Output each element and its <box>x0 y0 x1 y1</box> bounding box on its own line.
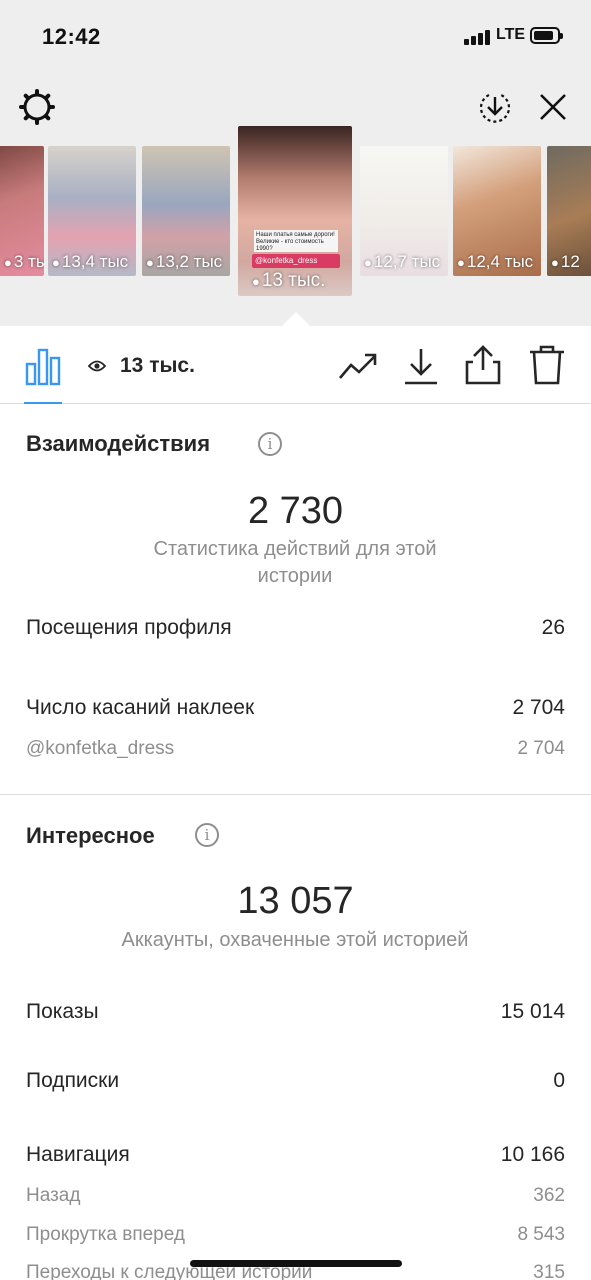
discovery-caption: Аккаунты, охваченные этой историей <box>121 929 469 951</box>
impressions-value: 15 014 <box>500 1000 565 1023</box>
network-label: LTE <box>496 26 526 43</box>
story-thumbnail[interactable]: ● 12,7 тыс <box>360 146 448 276</box>
back-label: Назад <box>26 1185 81 1206</box>
home-indicator[interactable] <box>190 1260 402 1267</box>
signal-icon <box>464 29 492 45</box>
story-views: 12,7 тыс <box>373 252 441 271</box>
section-divider <box>0 794 591 795</box>
trash-icon[interactable] <box>528 344 566 386</box>
story-views: 3 тыс <box>13 252 44 271</box>
battery-icon <box>530 27 563 44</box>
interactions-total: 2 730 <box>247 490 344 532</box>
active-tab-indicator <box>24 402 62 404</box>
forward-label: Прокрутка вперед <box>26 1224 185 1245</box>
share-icon[interactable] <box>464 344 502 386</box>
navigation-value: 10 166 <box>500 1143 565 1166</box>
close-icon[interactable] <box>536 90 570 124</box>
info-icon[interactable]: i <box>258 432 282 456</box>
story-views: 12 <box>560 252 580 271</box>
follows-value: 0 <box>553 1069 565 1092</box>
sticker-mention-label: @konfetka_dress <box>26 738 175 759</box>
sticker-taps-value: 2 704 <box>512 696 565 719</box>
story-views: 13 тыс. <box>261 270 326 291</box>
back-value: 362 <box>533 1185 565 1206</box>
selection-pointer <box>282 312 310 326</box>
info-icon[interactable]: i <box>195 823 219 847</box>
story-thumbnail[interactable]: ● 13,2 тыс <box>142 146 230 276</box>
story-views-count: 13 тыс. <box>120 354 195 377</box>
status-time: 12:42 <box>42 24 101 49</box>
download-circle-icon[interactable] <box>477 89 513 125</box>
trend-icon[interactable] <box>338 350 378 382</box>
sticker-mention-value: 2 704 <box>517 738 565 759</box>
next-story-value: 315 <box>533 1262 565 1280</box>
story-thumbnail[interactable]: ●3 тыс <box>0 146 44 276</box>
profile-visits-value: 26 <box>541 616 565 639</box>
story-thumbnail[interactable]: ● 12 <box>547 146 591 276</box>
interactions-caption: Статистика действий для этой истории <box>153 538 437 587</box>
impressions-label: Показы <box>26 1000 99 1023</box>
discovery-title: Интересное <box>26 823 155 848</box>
story-toolbar: 13 тыс. <box>0 326 591 404</box>
story-thumbnail[interactable]: ● 12,4 тыс <box>453 146 541 276</box>
mention-sticker: @konfetka_dress <box>252 254 340 268</box>
forward-value: 8 543 <box>517 1224 565 1245</box>
story-thumbnail[interactable]: ● 13,4 тыс <box>48 146 136 276</box>
profile-visits-label: Посещения профиля <box>26 616 232 639</box>
sticker-taps-label: Число касаний наклеек <box>26 696 255 719</box>
story-caption: Наши платья самые дороги! Великие - кто … <box>254 230 338 252</box>
story-views: 13,4 тыс <box>61 252 129 271</box>
story-views: 12,4 тыс <box>466 252 534 271</box>
interactions-title: Взаимодействия <box>26 431 211 456</box>
story-thumbnail-selected[interactable]: Наши платья самые дороги! Великие - кто … <box>238 126 352 296</box>
bar-chart-icon[interactable] <box>24 346 62 386</box>
status-bar: 12:42 LTE <box>0 0 591 72</box>
download-icon[interactable] <box>402 346 440 386</box>
story-strip: ●3 тыс ●13,4 тыс ●13,2 тыс Наши платья с… <box>0 126 591 316</box>
navigation-label: Навигация <box>26 1143 130 1166</box>
discovery-total: 13 057 <box>237 880 354 922</box>
gear-icon[interactable] <box>18 88 56 126</box>
story-views: 13,2 тыс <box>155 252 223 271</box>
eye-icon <box>88 360 106 372</box>
follows-label: Подписки <box>26 1069 120 1092</box>
